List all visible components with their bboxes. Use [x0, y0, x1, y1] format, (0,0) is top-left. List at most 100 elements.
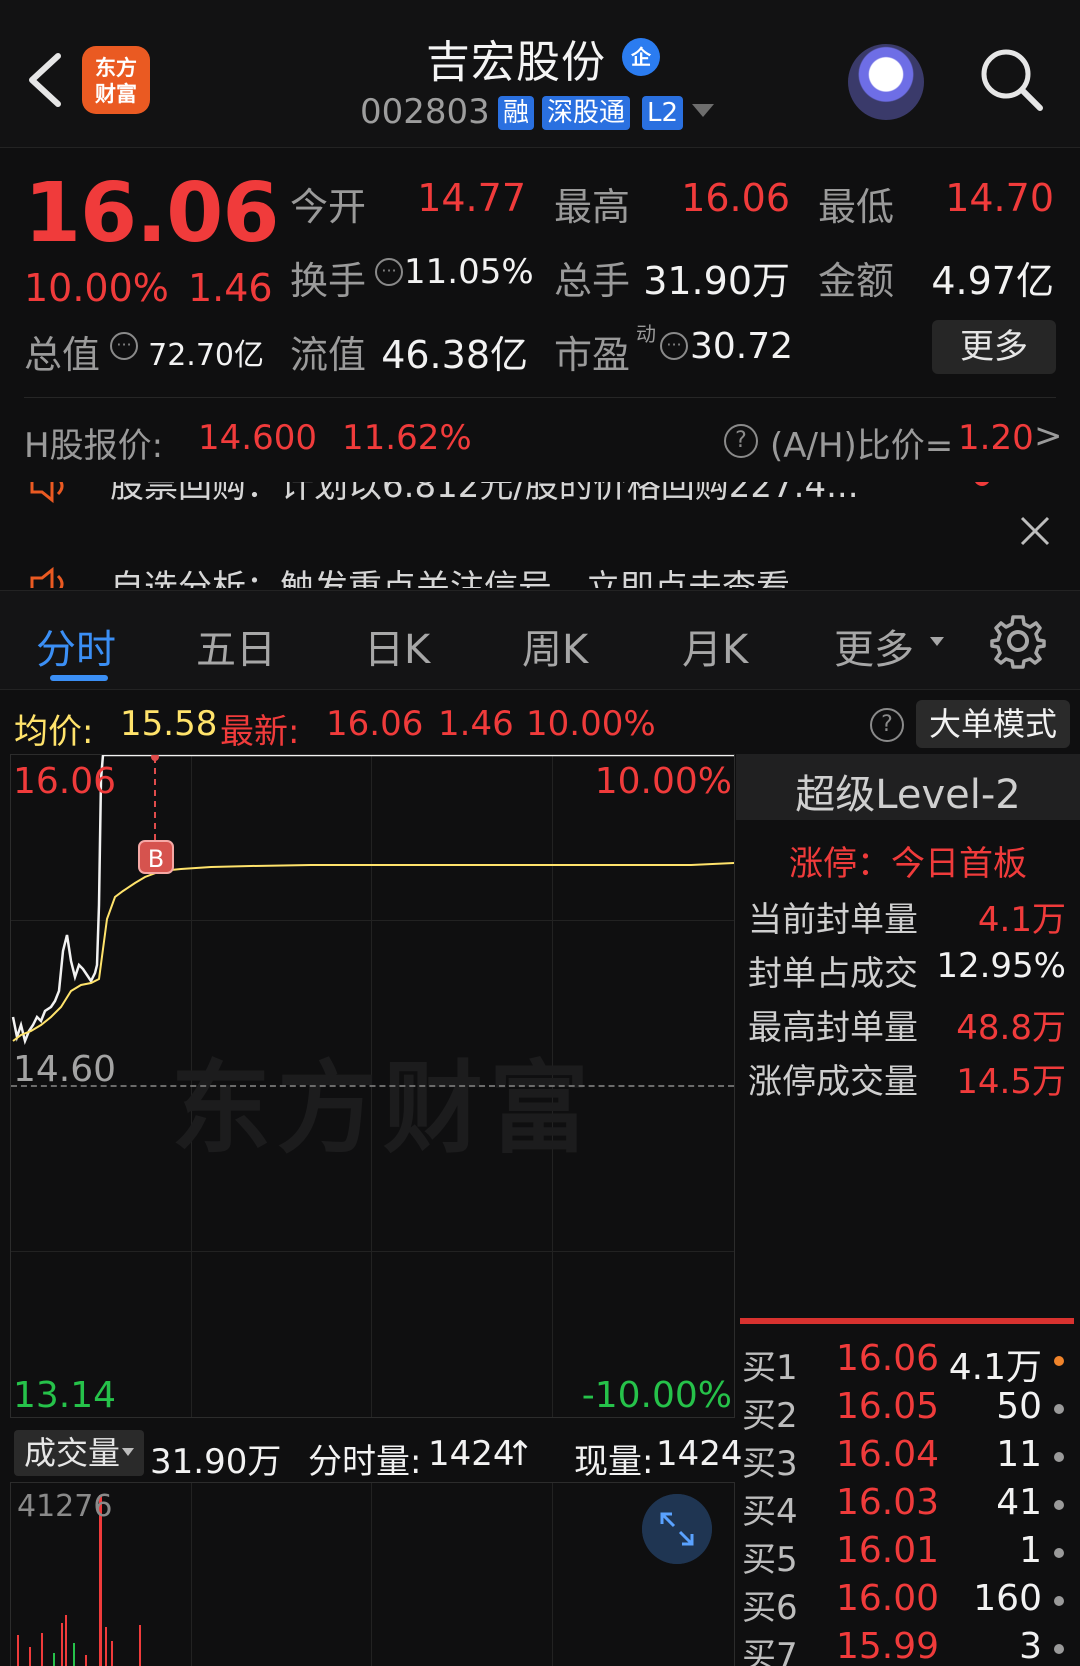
tab-intraday[interactable]: 分时 [36, 617, 116, 675]
volume-bar [61, 1623, 63, 1666]
bid-dot [1054, 1356, 1064, 1366]
high-label: 最高 [554, 185, 631, 229]
seal-volume-label: 当前封单量 [748, 900, 918, 940]
high-value: 16.06 [681, 176, 790, 220]
bid-volume: 11 [996, 1434, 1042, 1475]
limit-up-volume-label: 涨停成交量 [748, 1062, 918, 1102]
app-logo[interactable]: 东方 财富 [82, 46, 150, 114]
volume-chart[interactable]: 41276 [10, 1482, 735, 1666]
bid-price: 16.06 [836, 1338, 940, 1379]
bid-dot [1054, 1404, 1064, 1414]
tab-daily-k[interactable]: 日K [364, 617, 430, 675]
volume-bars [17, 1495, 141, 1666]
latest-price: 16.06 [326, 704, 424, 744]
current-price: 16.06 [24, 166, 279, 261]
info-icon[interactable]: ··· [375, 258, 403, 286]
latest-label: 最新: [220, 712, 300, 752]
bid-volume: 3 [1019, 1626, 1042, 1666]
search-icon[interactable] [978, 46, 1046, 114]
divider [24, 397, 1056, 398]
close-icon[interactable] [1018, 514, 1052, 548]
bid-price: 16.03 [836, 1482, 940, 1523]
tab-five-day[interactable]: 五日 [196, 617, 276, 675]
tab-weekly-k[interactable]: 周K [522, 617, 588, 675]
bid-volume: 50 [996, 1386, 1042, 1427]
minute-volume-label: 分时量: [308, 1442, 422, 1482]
mktcap-value: 72.70亿 [148, 338, 264, 373]
tab-more[interactable]: 更多 [834, 617, 914, 675]
axis-bottom-pct: -10.00% [581, 1375, 732, 1416]
info-icon[interactable]: ··· [660, 332, 688, 360]
level2-title[interactable]: 超级Level-2 [736, 762, 1080, 820]
volume-summary-row: 成交量 31.90万 分时量: 1424 ↑ 现量: 1424 [10, 1424, 743, 1482]
notice-buyback[interactable]: 股票回购：计划以6.812元/股的价格回购227.4... [110, 482, 859, 507]
ah-ratio-label[interactable]: (A/H)比价= [770, 418, 953, 467]
bid-dot [1054, 1596, 1064, 1606]
seal-ratio-label: 封单占成交 [748, 954, 918, 994]
help-icon[interactable]: ? [724, 424, 758, 458]
amount-label: 金额 [818, 259, 895, 303]
latest-pct: 10.00% [526, 704, 656, 744]
bid-level-label: 买3 [742, 1444, 798, 1484]
price-lines: B [11, 755, 734, 1046]
speaker-icon [30, 566, 64, 588]
volume-label: 总手 [554, 259, 631, 303]
hshare-label: H股报价: [24, 426, 164, 466]
tab-monthly-k[interactable]: 月K [682, 617, 748, 675]
bid-level-label: 买6 [742, 1588, 798, 1628]
intraday-price-chart[interactable]: 东方财富 B 16.06 10.00% 14.60 13.14 -10.00% [10, 754, 735, 1418]
pe-dynamic-sup: 动 [636, 322, 656, 346]
level2-tag: L2 [642, 96, 684, 130]
expand-icon[interactable] [642, 1494, 712, 1564]
top-bar: 东方 财富 吉宏股份 企 002803 融 深股通 L2 [0, 0, 1080, 148]
mktcap-label: 总值 [24, 333, 101, 377]
current-volume-value: 1424 [656, 1434, 743, 1474]
bid-price: 16.01 [836, 1530, 940, 1571]
more-button[interactable]: 更多 [932, 320, 1056, 374]
axis-bottom-price: 13.14 [13, 1375, 117, 1416]
open-label: 今开 [290, 185, 367, 229]
logo-text-2: 财富 [95, 82, 137, 106]
margin-tag: 融 [498, 96, 535, 130]
volume-bar [85, 1655, 87, 1666]
chevron-down-icon[interactable] [930, 637, 944, 646]
big-order-mode-button[interactable]: 大单模式 [916, 700, 1070, 748]
avg-price-label: 均价: [14, 712, 94, 752]
bid-volume: 41 [996, 1482, 1042, 1523]
chevron-down-icon[interactable] [122, 1448, 134, 1456]
bid-dot [1054, 1452, 1064, 1462]
bid-volume: 1 [1019, 1530, 1042, 1571]
turnover-value: 11.05% [404, 252, 534, 292]
volume-bar [73, 1643, 75, 1666]
chevron-down-icon[interactable] [692, 104, 714, 117]
gear-icon[interactable] [990, 613, 1046, 669]
minute-volume-value: 1424 [428, 1434, 515, 1474]
help-icon[interactable]: ? [870, 708, 904, 742]
volume-axis-max: 41276 [17, 1489, 113, 1524]
open-value: 14.77 [417, 176, 526, 220]
unread-dot [974, 482, 990, 486]
max-seal-label: 最高封单量 [748, 1008, 918, 1048]
stock-connect-tag: 深股通 [542, 96, 631, 130]
robot-assistant-icon[interactable] [848, 44, 924, 120]
active-tab-indicator [50, 675, 108, 681]
avg-price-line [12, 862, 734, 1042]
notice-watchlist[interactable]: 自选分析：触发重点关注信号，立即点击查看 [110, 560, 790, 588]
buy-marker-dot [151, 755, 159, 761]
bid-level-label: 买2 [742, 1396, 798, 1436]
bid-volume: 4.1万 [948, 1347, 1042, 1388]
bid-level-label: 买7 [742, 1636, 798, 1666]
low-label: 最低 [818, 185, 895, 229]
chevron-right-icon[interactable]: > [1034, 416, 1063, 456]
buy-marker-text: B [148, 845, 164, 873]
ah-ratio-value[interactable]: 1.20 [958, 418, 1034, 458]
info-icon[interactable]: ··· [110, 332, 138, 360]
volume-bar [41, 1633, 43, 1666]
back-arrow-icon[interactable] [22, 50, 66, 110]
pe-value: 30.72 [690, 326, 794, 367]
speaker-icon [30, 482, 64, 504]
stock-name: 吉宏股份 [426, 37, 606, 88]
volume-value: 31.90万 [643, 259, 790, 303]
bid-price: 16.00 [836, 1578, 940, 1619]
change-percent: 10.00% [24, 266, 169, 310]
